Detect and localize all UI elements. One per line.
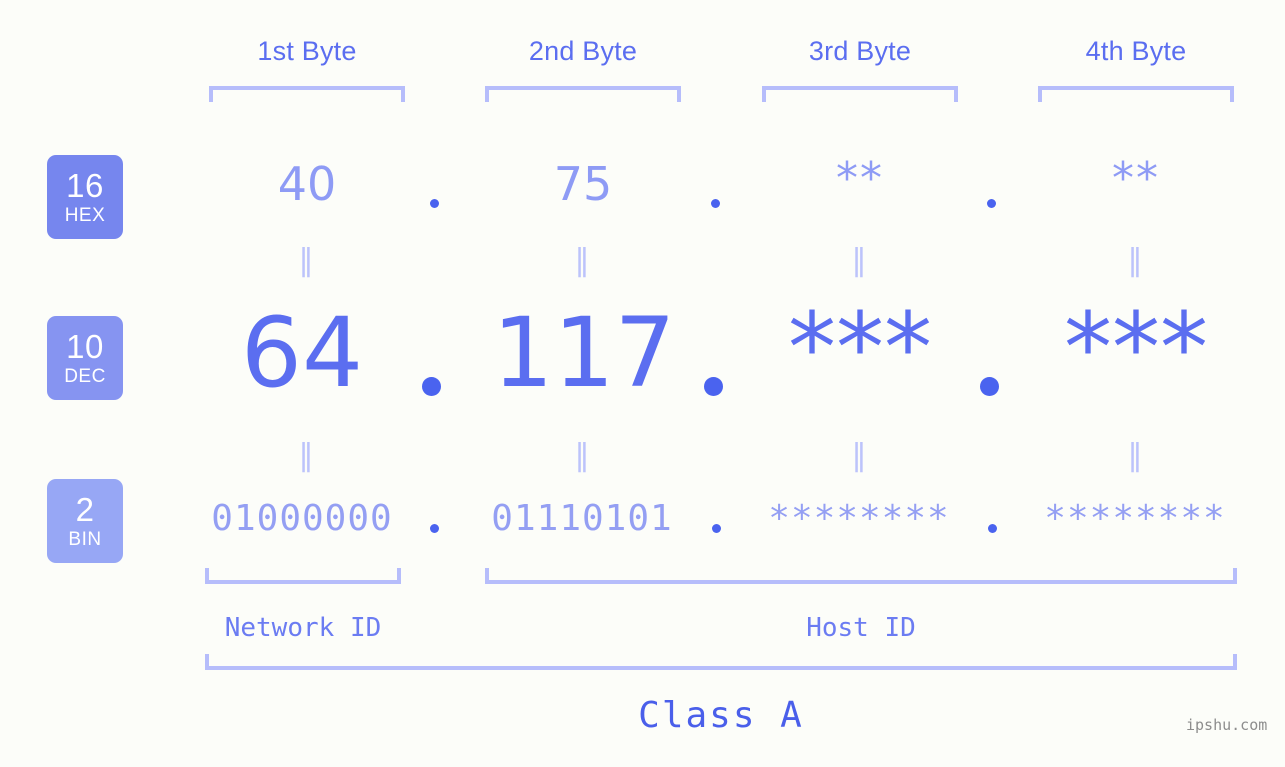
- byte-bracket-4: [1038, 86, 1234, 102]
- bin-byte-2: 01110101: [491, 498, 673, 539]
- dec-byte-2: 117: [492, 297, 676, 409]
- hex-dot-1: [430, 199, 439, 208]
- byte-header-1: 1st Byte: [257, 36, 357, 66]
- class-bracket: [205, 654, 1237, 670]
- hex-dot-3: [987, 199, 996, 208]
- equals-separator-1c: ‖: [851, 243, 869, 278]
- dec-byte-4: ***: [1064, 292, 1208, 404]
- dec-byte-1: 64: [240, 297, 364, 409]
- dec-dot-1: [422, 377, 441, 396]
- hex-byte-4: **: [1112, 153, 1160, 204]
- radix-badge-bin-number: 2: [75, 491, 95, 528]
- radix-badge-bin: 2 BIN: [47, 479, 123, 563]
- radix-badge-bin-name: BIN: [68, 529, 102, 550]
- dec-byte-3: ***: [788, 292, 932, 404]
- equals-separator-2d: ‖: [1127, 438, 1145, 473]
- network-id-label: Network ID: [224, 613, 382, 643]
- equals-separator-1d: ‖: [1127, 243, 1145, 278]
- equals-separator-1a: ‖: [298, 243, 316, 278]
- radix-badge-dec-name: DEC: [64, 366, 106, 387]
- ip-address-breakdown-diagram: 1st Byte 2nd Byte 3rd Byte 4th Byte 16 H…: [0, 0, 1285, 767]
- dec-dot-3: [980, 377, 999, 396]
- byte-bracket-2: [485, 86, 681, 102]
- byte-bracket-1: [209, 86, 405, 102]
- equals-separator-2b: ‖: [574, 438, 592, 473]
- radix-badge-hex-number: 16: [66, 167, 104, 204]
- host-id-bracket: [485, 568, 1237, 584]
- bin-dot-1: [430, 524, 439, 533]
- byte-header-2: 2nd Byte: [528, 36, 638, 66]
- byte-header-4: 4th Byte: [1085, 36, 1187, 66]
- radix-badge-dec-number: 10: [66, 328, 104, 365]
- radix-badge-hex-name: HEX: [64, 205, 106, 226]
- bin-byte-3: ********: [768, 498, 950, 539]
- bin-byte-4: ********: [1044, 498, 1226, 539]
- byte-bracket-3: [762, 86, 958, 102]
- network-id-bracket: [205, 568, 401, 584]
- hex-byte-3: **: [836, 153, 884, 204]
- hex-dot-2: [711, 199, 720, 208]
- byte-header-3: 3rd Byte: [808, 36, 912, 66]
- bin-dot-3: [988, 524, 997, 533]
- hex-byte-2: 75: [553, 157, 613, 211]
- site-watermark: ipshu.com: [1186, 716, 1268, 734]
- bin-dot-2: [712, 524, 721, 533]
- equals-separator-1b: ‖: [574, 243, 592, 278]
- radix-badge-hex: 16 HEX: [47, 155, 123, 239]
- equals-separator-2a: ‖: [298, 438, 316, 473]
- hex-byte-1: 40: [277, 157, 337, 211]
- dec-dot-2: [704, 377, 723, 396]
- host-id-label: Host ID: [806, 613, 916, 643]
- equals-separator-2c: ‖: [851, 438, 869, 473]
- bin-byte-1: 01000000: [211, 498, 393, 539]
- ip-class-label: Class A: [638, 695, 804, 736]
- radix-badge-dec: 10 DEC: [47, 316, 123, 400]
